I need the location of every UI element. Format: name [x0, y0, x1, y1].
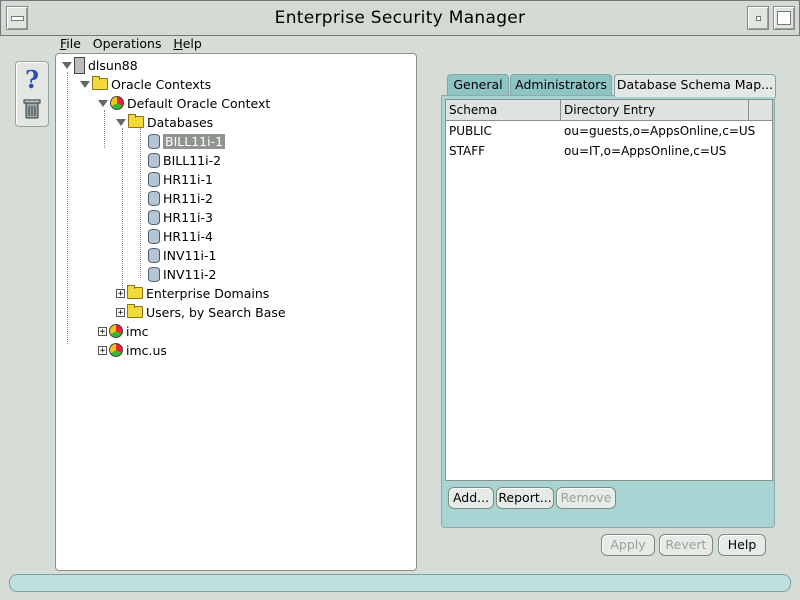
database-icon	[148, 190, 160, 206]
menu-file[interactable]: File	[60, 36, 81, 51]
tree-connector	[140, 128, 141, 278]
table-row[interactable]: STAFF ou=IT,o=AppsOnline,c=US	[446, 141, 772, 161]
tree-node-database[interactable]: HR11i-3	[148, 208, 213, 226]
expand-arrow-icon	[116, 118, 126, 126]
tree-node-databases[interactable]: Databases	[116, 113, 213, 131]
tab-database-schema-mappings[interactable]: Database Schema Map...	[614, 74, 776, 97]
menu-operations[interactable]: Operations	[93, 36, 162, 51]
tree-node-default-context[interactable]: Default Oracle Context	[98, 94, 270, 112]
menu-bar: File Operations Help	[60, 36, 210, 51]
schema-mapping-table: Schema Directory Entry PUBLIC ou=guests,…	[445, 99, 773, 481]
folder-icon	[127, 285, 143, 299]
tree-node-server[interactable]: dlsun88	[62, 56, 138, 74]
add-button[interactable]: Add...	[448, 487, 494, 509]
tree-node-imc[interactable]: + imc	[98, 322, 149, 340]
database-icon	[148, 152, 160, 168]
menu-help[interactable]: Help	[173, 36, 202, 51]
folder-icon	[92, 76, 108, 90]
context-icon	[109, 324, 123, 338]
detail-tab-panel: General Administrators Database Schema M…	[441, 74, 776, 528]
minimize-icon	[756, 16, 761, 21]
table-row[interactable]: PUBLIC ou=guests,o=AppsOnline,c=US	[446, 121, 772, 141]
column-header-directory-entry[interactable]: Directory Entry	[561, 100, 749, 120]
tree-node-users-search-base[interactable]: + Users, by Search Base	[116, 303, 286, 321]
question-icon: ?	[24, 64, 40, 94]
expand-arrow-icon	[62, 61, 72, 69]
tab-general[interactable]: General	[447, 74, 509, 95]
cell-directory-entry: ou=IT,o=AppsOnline,c=US	[564, 144, 727, 158]
tree-node-database[interactable]: BILL11i-1	[148, 132, 226, 150]
delete-tool-button[interactable]	[19, 95, 45, 123]
cell-schema: STAFF	[449, 144, 486, 158]
expand-plus-icon[interactable]: +	[116, 288, 125, 298]
expand-plus-icon[interactable]: +	[116, 307, 125, 317]
tree-node-database[interactable]: HR11i-4	[148, 227, 213, 245]
database-icon	[148, 266, 160, 282]
context-icon	[110, 96, 124, 110]
tree-connector	[122, 128, 123, 296]
maximize-icon	[777, 11, 791, 25]
cell-directory-entry: ou=guests,o=AppsOnline,c=US	[564, 124, 756, 138]
tree-node-database[interactable]: INV11i-2	[148, 265, 216, 283]
tree-node-database[interactable]: HR11i-2	[148, 189, 213, 207]
tree-node-database[interactable]: BILL11i-2	[148, 151, 221, 169]
tree-node-enterprise-domains[interactable]: + Enterprise Domains	[116, 284, 269, 302]
report-button[interactable]: Report...	[496, 487, 554, 509]
tree-node-database[interactable]: INV11i-1	[148, 246, 216, 264]
help-tool-button[interactable]: ?	[19, 64, 45, 94]
expand-arrow-icon	[98, 99, 108, 107]
tab-content: Schema Directory Entry PUBLIC ou=guests,…	[441, 95, 775, 528]
database-icon	[148, 171, 160, 187]
server-icon	[74, 56, 85, 74]
tree-node-imc-us[interactable]: + imc.us	[98, 341, 167, 359]
column-header-schema[interactable]: Schema	[446, 100, 561, 120]
window-title: Enterprise Security Manager	[274, 8, 526, 28]
help-button[interactable]: Help	[718, 534, 766, 556]
side-toolbar: ?	[15, 61, 49, 127]
apply-button[interactable]: Apply	[601, 534, 655, 556]
folder-icon	[128, 114, 144, 128]
database-icon	[148, 209, 160, 225]
minimize-button[interactable]	[747, 6, 769, 30]
status-bar	[9, 574, 791, 592]
table-header: Schema Directory Entry	[446, 100, 772, 121]
maximize-button[interactable]	[773, 6, 795, 30]
expand-plus-icon[interactable]: +	[98, 345, 107, 355]
expand-plus-icon[interactable]: +	[98, 326, 107, 336]
remove-button[interactable]: Remove	[556, 487, 616, 509]
tab-administrators[interactable]: Administrators	[510, 74, 612, 95]
revert-button[interactable]: Revert	[659, 534, 713, 556]
trash-icon	[23, 99, 41, 119]
tree-node-oracle-contexts[interactable]: Oracle Contexts	[80, 75, 211, 93]
cell-schema: PUBLIC	[449, 124, 492, 138]
tree-connector	[67, 72, 68, 344]
database-icon	[148, 228, 160, 244]
title-bar: Enterprise Security Manager	[0, 0, 800, 36]
folder-icon	[127, 304, 143, 318]
database-icon	[148, 133, 160, 149]
tree-connector	[104, 110, 105, 148]
tree-node-database[interactable]: HR11i-1	[148, 170, 213, 188]
tree-panel[interactable]: dlsun88 Oracle Contexts Default Oracle C…	[55, 53, 417, 571]
database-icon	[148, 247, 160, 263]
expand-arrow-icon	[80, 80, 90, 88]
context-icon	[109, 343, 123, 357]
